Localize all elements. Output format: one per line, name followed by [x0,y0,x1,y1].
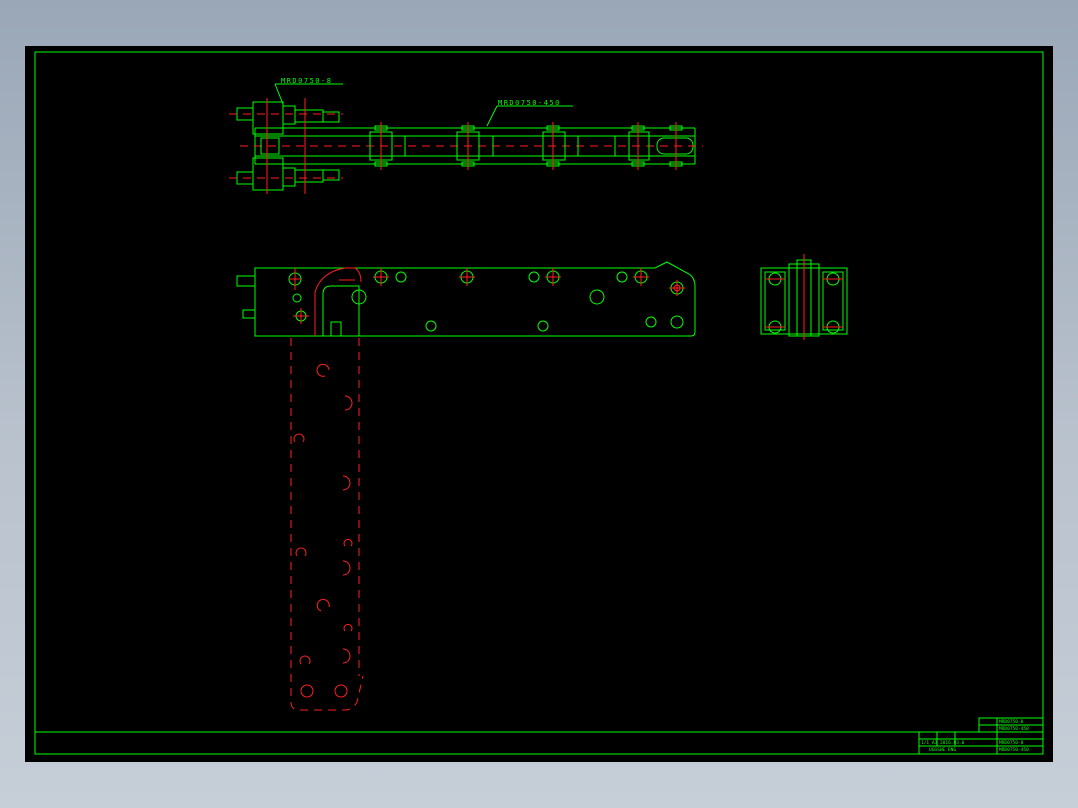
title-block-bottom-left: UGGSHE ENG [929,747,956,753]
hidden-extension [290,338,364,711]
title-block-bottom-right: MRD0750-450 [999,747,1029,753]
title-block-row2: MRD0750-450 [999,726,1029,732]
title-block-mid-right: MRD0750-8 [999,740,1024,746]
title-block-mid-left: 1/1 A3 2016.03.0 [921,740,965,746]
cad-drawing: MRD0750-8 MRD0750-450 MRD0750-8 MRD0750-… [34,51,1044,755]
drawing-sheet: MRD0750-8 MRD0750-450 MRD0750-8 MRD0750-… [25,46,1053,762]
label-top-chain-part: MRD0750-450 [498,99,561,107]
outer-border [34,51,1044,755]
title-block-row1: MRD0750-8 [999,719,1024,725]
top-view [229,83,703,194]
front-view [236,261,696,337]
side-view [760,254,848,340]
label-top-left-part: MRD0750-8 [281,77,332,85]
